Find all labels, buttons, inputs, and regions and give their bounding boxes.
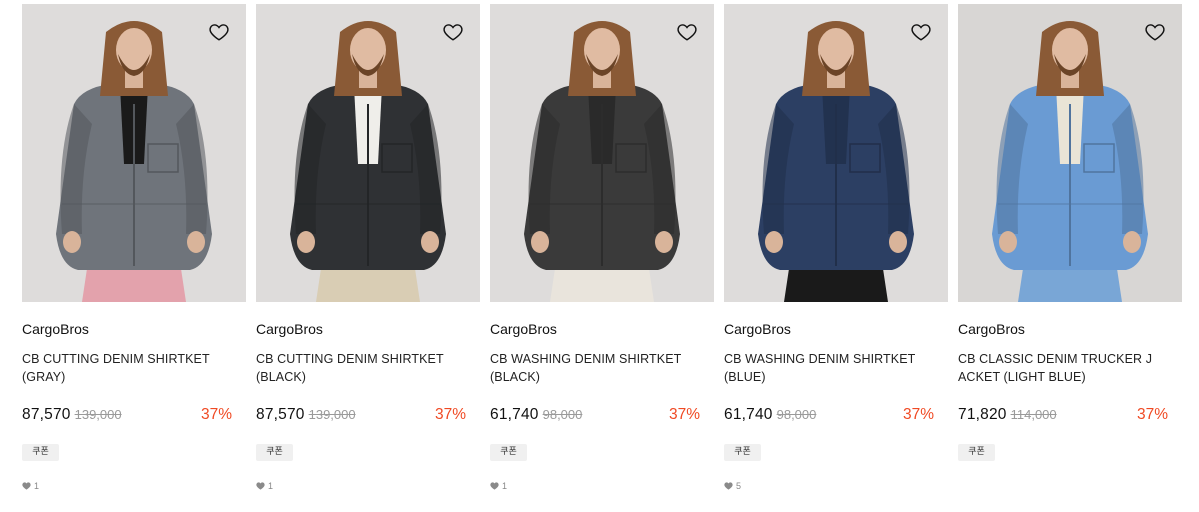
original-price: 98,000 [776, 407, 817, 422]
like-count: 1 [256, 480, 273, 492]
product-image[interactable] [22, 4, 246, 302]
wishlist-heart-icon[interactable] [676, 21, 698, 43]
sale-price: 87,570 [256, 406, 305, 423]
like-count: 1 [490, 480, 507, 492]
discount-rate: 37% [434, 406, 466, 423]
price-row: 87,570 139,000 37% [22, 406, 232, 428]
product-card[interactable]: CargoBros CB WASHING DENIM SHIRTKET (BLA… [490, 4, 714, 504]
wishlist-heart-icon[interactable] [1144, 21, 1166, 43]
coupon-badge[interactable]: 쿠폰 [256, 444, 293, 461]
sale-price: 61,740 [490, 406, 539, 423]
coupon-badge[interactable]: 쿠폰 [724, 444, 761, 461]
product-image[interactable] [724, 4, 948, 302]
sale-price: 61,740 [724, 406, 773, 423]
like-heart-icon [256, 482, 265, 490]
like-count-value: 1 [502, 481, 508, 491]
price-row: 61,740 98,000 37% [490, 406, 700, 428]
product-name[interactable]: CB CUTTING DENIM SHIRTKET (BLACK) [256, 350, 456, 386]
product-brand[interactable]: CargoBros [958, 320, 1025, 338]
product-card[interactable]: CargoBros CB CUTTING DENIM SHIRTKET (GRA… [22, 4, 246, 504]
original-price: 98,000 [542, 407, 583, 422]
model-photo [758, 21, 914, 302]
product-name[interactable]: CB WASHING DENIM SHIRTKET (BLACK) [490, 350, 690, 386]
discount-rate: 37% [668, 406, 700, 423]
product-name[interactable]: CB CLASSIC DENIM TRUCKER JACKET (LIGHT B… [958, 350, 1158, 386]
coupon-badge[interactable]: 쿠폰 [22, 444, 59, 461]
wishlist-heart-icon[interactable] [442, 21, 464, 43]
model-photo [524, 21, 680, 302]
price-row: 87,570 139,000 37% [256, 406, 466, 428]
original-price: 114,000 [1010, 407, 1057, 422]
product-image[interactable] [490, 4, 714, 302]
product-brand[interactable]: CargoBros [724, 320, 791, 338]
product-brand[interactable]: CargoBros [490, 320, 557, 338]
discount-rate: 37% [1136, 406, 1168, 423]
like-count-value: 5 [736, 481, 742, 491]
product-image[interactable] [256, 4, 480, 302]
product-brand[interactable]: CargoBros [22, 320, 89, 338]
original-price: 139,000 [308, 407, 356, 422]
like-heart-icon [490, 482, 499, 490]
product-name[interactable]: CB WASHING DENIM SHIRTKET (BLUE) [724, 350, 924, 386]
price-row: 61,740 98,000 37% [724, 406, 934, 428]
like-heart-icon [22, 482, 31, 490]
price-row: 71,820 114,000 37% [958, 406, 1168, 428]
like-count-value: 1 [268, 481, 274, 491]
model-photo [56, 21, 212, 302]
sale-price: 71,820 [958, 406, 1007, 423]
model-photo [290, 21, 446, 302]
discount-rate: 37% [902, 406, 934, 423]
product-image[interactable] [958, 4, 1182, 302]
product-card[interactable]: CargoBros CB WASHING DENIM SHIRTKET (BLU… [724, 4, 948, 504]
like-count: 5 [724, 480, 741, 492]
sale-price: 87,570 [22, 406, 71, 423]
wishlist-heart-icon[interactable] [208, 21, 230, 43]
discount-rate: 37% [200, 406, 232, 423]
model-photo [992, 21, 1148, 302]
product-brand[interactable]: CargoBros [256, 320, 323, 338]
original-price: 139,000 [74, 407, 122, 422]
wishlist-heart-icon[interactable] [910, 21, 932, 43]
like-heart-icon [724, 482, 733, 490]
coupon-badge[interactable]: 쿠폰 [958, 444, 995, 461]
product-name[interactable]: CB CUTTING DENIM SHIRTKET (GRAY) [22, 350, 222, 386]
product-grid: CargoBros CB CUTTING DENIM SHIRTKET (GRA… [22, 4, 1182, 504]
like-count-value: 1 [34, 481, 40, 491]
like-count: 1 [22, 480, 39, 492]
coupon-badge[interactable]: 쿠폰 [490, 444, 527, 461]
product-card[interactable]: CargoBros CB CUTTING DENIM SHIRTKET (BLA… [256, 4, 480, 504]
product-card[interactable]: CargoBros CB CLASSIC DENIM TRUCKER JACKE… [958, 4, 1182, 504]
